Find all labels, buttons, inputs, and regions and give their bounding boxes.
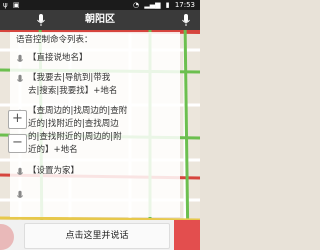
microphone-icon — [16, 74, 24, 82]
help-command-item: 【查周边的|找周边的|查附 — [28, 106, 128, 116]
help-command-item: 【直接说地名】 — [28, 53, 88, 63]
bottom-bar: 点击这里并说话 — [0, 220, 200, 250]
status-time: 17:53 — [174, 1, 195, 9]
voice-command-help-panel: 语音控制命令列表： 【直接说地名】 【我要去|导航到|带我 去|搜索|我要找】+… — [10, 32, 180, 217]
microphone-icon — [16, 167, 24, 175]
help-command-item: 去|搜索|我要找】+地名 — [28, 86, 118, 96]
wifi-icon: ◔ — [132, 1, 140, 9]
signal-icon: ▂▄▆ — [144, 1, 161, 9]
left-action-button[interactable] — [0, 224, 14, 250]
help-command-item: 近的】+地名 — [28, 145, 78, 155]
help-command-item: 【设置为家】 — [28, 166, 80, 176]
help-command-item: 的|查找附近的|周边的|附 — [28, 132, 122, 142]
microphone-icon — [16, 190, 24, 198]
microphone-icon — [16, 54, 24, 62]
title-bar: 朝阳区 — [0, 10, 200, 30]
usb-icon: ψ — [3, 1, 8, 9]
help-command-item: 【我要去|导航到|带我 — [28, 73, 111, 83]
battery-icon: ▮ — [165, 1, 170, 9]
status-bar: ψ ▣ ◔ ▂▄▆ ▮ 17:53 — [0, 0, 200, 10]
zoom-in-button[interactable]: + — [8, 110, 27, 129]
help-heading: 语音控制命令列表： — [16, 35, 93, 45]
tap-to-speak-button[interactable]: 点击这里并说话 — [24, 223, 170, 249]
help-command-item: 近的|找附近的|查找周边 — [28, 119, 119, 129]
page-title: 朝阳区 — [85, 14, 115, 25]
microphone-icon[interactable] — [181, 13, 191, 27]
zoom-out-button[interactable]: − — [8, 134, 27, 153]
right-action-button[interactable] — [174, 220, 200, 250]
notification-icon: ▣ — [12, 1, 20, 9]
